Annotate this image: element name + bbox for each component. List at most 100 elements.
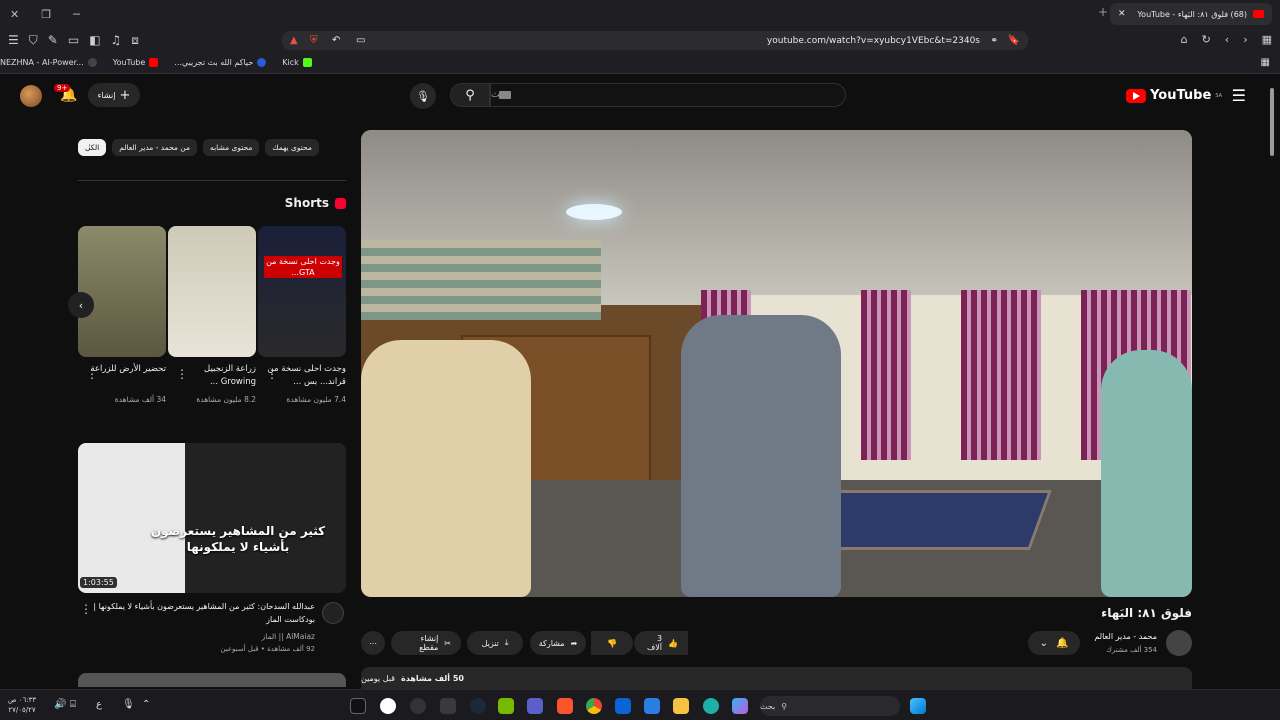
like-button[interactable]: 👍 3 آلاف (634, 631, 688, 655)
home-icon[interactable]: ⌂ (1181, 33, 1188, 46)
download-button[interactable]: ⤓ تنزيل (467, 631, 523, 655)
copilot-icon[interactable] (732, 698, 748, 714)
chip-from-channel[interactable]: من محمد - مدير العالم (112, 138, 198, 156)
url-field[interactable]: ▲ ⛨ ↶ ▭ youtube.com/watch?v=xyubcy1VEbc&… (282, 31, 1028, 50)
reload-icon[interactable]: ↻ (1202, 33, 1211, 46)
more-vert-icon[interactable]: ⋮ (86, 367, 98, 381)
restore-window-icon[interactable]: ❐ (41, 8, 51, 21)
description-box[interactable]: 50 ألف مشاهدة قبل يومين (361, 667, 1192, 689)
pip-icon[interactable]: ▭ (356, 35, 365, 46)
share-button[interactable]: ➦ مشاركة (530, 631, 586, 655)
short-card[interactable] (168, 226, 256, 357)
clip-button[interactable]: ✂ إنشاء مقطع (391, 631, 461, 655)
taskbar-search[interactable]: ⚲ بحث (760, 696, 900, 716)
short-views: 8.2 مليون مشاهدة (196, 395, 256, 404)
teams-icon[interactable] (527, 698, 543, 714)
tray-overflow-icon[interactable]: ⌃ (142, 699, 150, 710)
more-horiz-icon: ⋯ (369, 638, 377, 648)
more-vert-icon[interactable]: ⋮ (80, 602, 92, 616)
tabs-icon[interactable]: ▭ (68, 33, 79, 48)
back-arrow-icon[interactable]: ↶ (332, 35, 340, 46)
keyboard-icon[interactable] (499, 91, 511, 99)
dislike-button[interactable]: 👎 (591, 631, 633, 655)
minimize-window-icon[interactable]: ─ (73, 8, 80, 21)
short-title[interactable]: تحضير الأرض للزراعة (86, 363, 166, 376)
app-icon[interactable] (380, 698, 396, 714)
short-title[interactable]: وجدت احلى نسخة من قراند... بس ... (266, 363, 346, 389)
app-icon[interactable] (440, 698, 456, 714)
short-card[interactable] (78, 226, 166, 357)
tab-title: (68) فلوق ٨١: البَهاء - YouTube (1137, 9, 1247, 19)
new-tab-button[interactable]: + (1098, 5, 1108, 19)
bookmark-live[interactable]: حياكم الله بث تجريبي... (174, 58, 267, 67)
channel-name[interactable]: محمد - مدير العالم (1094, 632, 1157, 641)
triangle-icon[interactable]: ▲ (290, 35, 298, 46)
outlook-icon[interactable] (615, 698, 631, 714)
network-icon[interactable]: ⌸ (70, 699, 76, 710)
video-player[interactable] (361, 130, 1192, 597)
sidebar-menu-icon[interactable]: ☰ (8, 33, 19, 48)
recommended-title[interactable]: عبدالله السدحان: كثير من المشاهير يستعرض… (90, 600, 315, 626)
forward-icon[interactable]: › (1243, 33, 1247, 46)
create-button[interactable]: + إنشاء (88, 83, 140, 107)
store-icon[interactable] (644, 698, 660, 714)
youtube-icon (149, 58, 159, 67)
clock[interactable]: ٠٦:٣٣ ص ٢٧/٠٥/٢٧ (8, 695, 36, 715)
mic-tray-icon[interactable]: 🎙 (122, 699, 135, 710)
edge-icon[interactable] (703, 698, 719, 714)
bookmark-youtube[interactable]: YouTube (113, 58, 159, 67)
bookmarks-bar: Kick حياكم الله بث تجريبي... YouTube NEZ… (0, 52, 1280, 74)
chevron-left-icon[interactable]: ‹ (88, 140, 92, 153)
windows-start-icon[interactable] (910, 698, 926, 714)
next-recommended-thumbnail[interactable] (78, 673, 346, 687)
account-avatar[interactable] (20, 85, 42, 107)
short-views: 34 ألف مشاهدة (114, 395, 166, 404)
steam-icon[interactable] (470, 698, 486, 714)
nvidia-icon[interactable] (498, 698, 514, 714)
link-icon[interactable]: ⚭ (990, 36, 998, 46)
file-explorer-icon[interactable] (673, 698, 689, 714)
apps-grid-icon[interactable]: ▦ (1262, 33, 1272, 46)
shorts-prev-button[interactable]: ‹ (68, 292, 94, 318)
youtube-logo[interactable]: YouTube SA (1126, 88, 1222, 103)
chip-for-you[interactable]: محتوى يهمك (265, 138, 319, 156)
bookmark-icon[interactable]: 🔖 (1008, 35, 1020, 46)
shorts-icon (335, 197, 346, 209)
shield-icon[interactable]: ⛉ (29, 33, 38, 48)
more-vert-icon[interactable]: ⋮ (266, 367, 278, 381)
channel-avatar[interactable] (1166, 630, 1192, 656)
short-card[interactable]: وجدت احلى نسخة من GTA... (258, 226, 346, 357)
epic-games-icon[interactable] (350, 698, 366, 714)
edit-icon[interactable]: ✎ (48, 33, 58, 48)
search-input[interactable]: بحث (490, 83, 846, 107)
voice-search-button[interactable]: 🎙 (410, 83, 436, 109)
chip-similar[interactable]: محتوى مشابه (203, 138, 260, 156)
volume-icon[interactable]: 🔊 (54, 699, 66, 710)
tab-close-icon[interactable]: ✕ (1118, 9, 1126, 19)
sidebar-icon[interactable]: ◧ (89, 33, 100, 48)
rug (810, 490, 1052, 550)
page-scrollbar[interactable] (1270, 88, 1274, 156)
subscribed-button[interactable]: ⌄ 🔔 (1028, 631, 1080, 655)
close-window-icon[interactable]: ✕ (10, 8, 19, 21)
more-actions-button[interactable]: ⋯ (361, 631, 385, 655)
brave-shield-icon[interactable]: ⛨ (310, 35, 318, 46)
bookmarks-grid-icon[interactable]: ▦ (1261, 57, 1270, 68)
hamburger-menu-icon[interactable]: ☰ (1232, 86, 1246, 105)
brave-icon[interactable] (557, 698, 573, 714)
short-title[interactable]: زراعة الزنجبيل Growing ... (176, 363, 256, 389)
back-icon[interactable]: ‹ (1225, 33, 1229, 46)
more-vert-icon[interactable]: ⋮ (176, 367, 188, 381)
language-indicator[interactable]: ع (96, 699, 102, 710)
channel-avatar[interactable] (322, 602, 344, 624)
app-icon[interactable] (410, 698, 426, 714)
browser-tab[interactable]: ✕ (68) فلوق ٨١: البَهاء - YouTube (1110, 3, 1272, 25)
music-icon[interactable]: ♫ (111, 33, 122, 48)
screenshot-icon[interactable]: ⧈ (131, 33, 139, 48)
recommended-channel[interactable]: AlMaiaz || الماز (90, 632, 315, 641)
bookmark-kick[interactable]: Kick (282, 58, 312, 67)
recommended-thumbnail[interactable]: كثير من المشاهير يستعرضون بأشياء لا يملك… (78, 443, 346, 593)
bookmark-nezhna[interactable]: NEZHNA - AI-Power... (0, 58, 97, 67)
search-button[interactable]: ⚲ (450, 83, 490, 107)
chrome-icon[interactable] (586, 698, 602, 714)
